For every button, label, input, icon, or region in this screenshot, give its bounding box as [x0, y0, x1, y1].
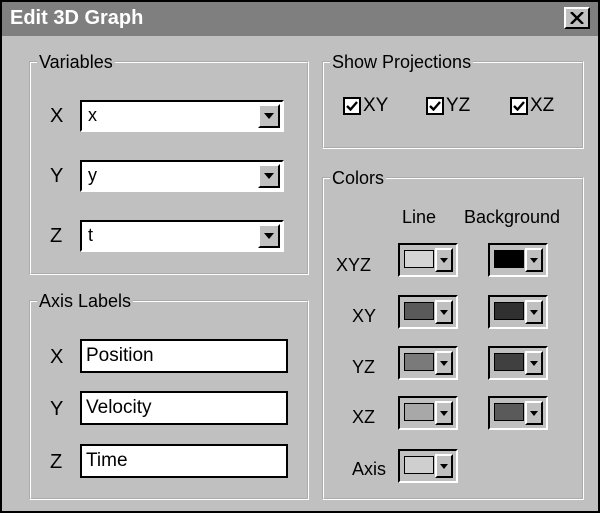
xyz-background-swatch	[494, 250, 524, 268]
edit-3d-graph-dialog: Edit 3D Graph Variables X x Y y Z t Axis…	[0, 0, 600, 513]
colors-xyz-label: XYZ	[336, 255, 372, 275]
axis-y-input[interactable]: Velocity	[80, 391, 288, 425]
chevron-down-icon	[264, 173, 274, 179]
colors-axis-label: Axis	[352, 459, 387, 479]
variable-z-select[interactable]: t	[80, 220, 284, 252]
chevron-down-icon	[530, 360, 538, 366]
variable-y-value: y	[88, 165, 97, 185]
close-icon	[570, 12, 584, 24]
colors-xy-label: XY	[352, 306, 377, 326]
xy-background-color-picker[interactable]	[488, 295, 548, 329]
checkbox-box[interactable]	[510, 97, 528, 115]
xz-background-color-picker[interactable]	[488, 396, 548, 430]
checkbox-box[interactable]	[343, 97, 361, 115]
checkmark-icon	[513, 101, 525, 111]
chevron-down-icon	[264, 113, 274, 119]
colors-background-header: Background	[464, 207, 561, 227]
chevron-down-icon	[440, 463, 448, 469]
checkbox-box[interactable]	[426, 97, 444, 115]
xz-line-color-picker[interactable]	[398, 396, 458, 430]
checkmark-icon	[429, 101, 441, 111]
variable-z-value: t	[88, 225, 94, 245]
colors-yz-label: YZ	[352, 357, 376, 377]
xy-line-color-picker[interactable]	[398, 295, 458, 329]
xyz-line-color-picker[interactable]	[398, 243, 458, 277]
axis-y-label: Y	[50, 398, 64, 420]
xy-line-swatch	[404, 302, 434, 320]
yz-background-swatch	[494, 353, 524, 371]
axis-z-input[interactable]: Time	[80, 444, 288, 478]
variables-legend: Variables	[39, 52, 113, 72]
chevron-down-icon	[530, 309, 538, 315]
yz-line-dropdown-button[interactable]	[435, 351, 453, 375]
chevron-down-icon	[264, 233, 274, 239]
projection-xz-label: XZ	[530, 95, 555, 116]
axis-z-label: Z	[50, 451, 63, 473]
projection-xy-label: XY	[363, 95, 389, 116]
chevron-down-icon	[530, 410, 538, 416]
show-projections-legend: Show Projections	[332, 52, 472, 72]
close-button[interactable]	[564, 7, 590, 29]
yz-line-color-picker[interactable]	[398, 346, 458, 380]
projection-xy-checkbox[interactable]: XY	[343, 95, 388, 117]
axis-x-label: X	[50, 346, 64, 368]
chevron-down-icon	[440, 410, 448, 416]
axis-x-value: Position	[86, 345, 154, 366]
xy-line-dropdown-button[interactable]	[435, 300, 453, 324]
yz-background-dropdown-button[interactable]	[525, 351, 543, 375]
xyz-line-swatch	[404, 250, 434, 268]
variable-x-value: x	[88, 105, 97, 125]
variable-y-select[interactable]: y	[80, 160, 284, 192]
variable-x-label: X	[50, 105, 64, 127]
variable-x-select[interactable]: x	[80, 100, 284, 132]
yz-line-swatch	[404, 353, 434, 371]
chevron-down-icon	[440, 360, 448, 366]
xz-background-dropdown-button[interactable]	[525, 401, 543, 425]
colors-line-header: Line	[402, 207, 437, 227]
xz-line-swatch	[404, 403, 434, 421]
axis-line-swatch	[404, 456, 434, 474]
chevron-down-icon	[530, 257, 538, 263]
xy-background-swatch	[494, 302, 524, 320]
variable-x-dropdown-button[interactable]	[258, 104, 280, 128]
variable-y-dropdown-button[interactable]	[258, 164, 280, 188]
chevron-down-icon	[440, 309, 448, 315]
chevron-down-icon	[440, 257, 448, 263]
xyz-line-dropdown-button[interactable]	[435, 248, 453, 272]
checkmark-icon	[346, 101, 358, 111]
xz-line-dropdown-button[interactable]	[435, 401, 453, 425]
variable-y-label: Y	[50, 165, 64, 187]
window-title: Edit 3D Graph	[10, 7, 144, 29]
xyz-background-color-picker[interactable]	[488, 243, 548, 277]
colors-xz-label: XZ	[352, 407, 376, 427]
axis-line-dropdown-button[interactable]	[435, 454, 453, 478]
projection-yz-checkbox[interactable]: YZ	[426, 95, 470, 117]
axis-z-value: Time	[86, 450, 128, 471]
xy-background-dropdown-button[interactable]	[525, 300, 543, 324]
variable-z-label: Z	[50, 225, 63, 247]
axis-labels-legend: Axis Labels	[39, 291, 132, 311]
axis-y-value: Velocity	[86, 397, 152, 418]
title-bar[interactable]: Edit 3D Graph	[2, 2, 598, 36]
axis-x-input[interactable]: Position	[80, 339, 288, 373]
variable-z-dropdown-button[interactable]	[258, 224, 280, 248]
projection-xz-checkbox[interactable]: XZ	[510, 95, 554, 117]
xz-background-swatch	[494, 403, 524, 421]
xyz-background-dropdown-button[interactable]	[525, 248, 543, 272]
yz-background-color-picker[interactable]	[488, 346, 548, 380]
colors-legend: Colors	[332, 168, 385, 188]
projection-yz-label: YZ	[446, 95, 471, 116]
axis-line-color-picker[interactable]	[398, 449, 458, 483]
